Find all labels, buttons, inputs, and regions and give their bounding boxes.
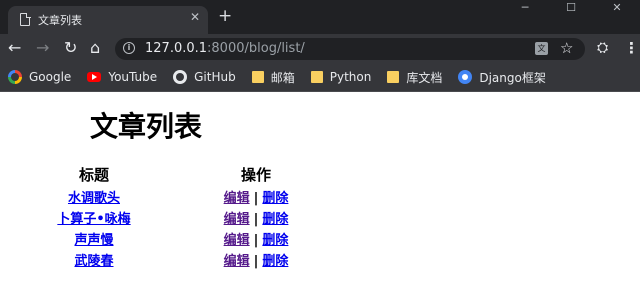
navigation-toolbar: ← → ↻ ⌂ i 127.0.0.1:8000/blog/list/ 文 ☆ …	[0, 34, 640, 63]
separator: |	[253, 233, 259, 248]
maximize-button[interactable]: ☐	[548, 0, 594, 18]
article-title-link[interactable]: 武陵春	[74, 254, 113, 269]
delete-link[interactable]: 删除	[262, 191, 288, 206]
bookmark-label: Django框架	[479, 70, 546, 85]
translate-icon[interactable]: 文	[535, 42, 548, 55]
table-row: 卜算子•咏梅 编辑 | 删除	[42, 207, 366, 228]
bookmark-folder-docs[interactable]: 库文档	[387, 69, 442, 86]
edit-link[interactable]: 编辑	[224, 212, 250, 227]
new-tab-button[interactable]: +	[218, 8, 232, 25]
folder-icon	[310, 71, 323, 83]
bookmark-label: Google	[29, 70, 72, 84]
table-row: 武陵春 编辑 | 删除	[42, 249, 366, 270]
folder-icon	[387, 71, 400, 83]
back-arrow-icon[interactable]: ←	[8, 40, 21, 56]
edit-link[interactable]: 编辑	[224, 233, 250, 248]
bookmark-label: 库文档	[406, 70, 443, 85]
url-host: 127.0.0.1	[145, 41, 208, 56]
minimize-button[interactable]: ─	[502, 0, 548, 18]
tab-close-icon[interactable]: ✕	[190, 10, 200, 24]
bookmark-label: Python	[329, 70, 372, 84]
article-title-link[interactable]: 声声慢	[74, 233, 113, 248]
reload-icon[interactable]: ↻	[64, 40, 77, 56]
window-controls: ─ ☐ ✕	[502, 0, 640, 18]
table-row: 声声慢 编辑 | 删除	[42, 228, 366, 249]
bookmark-folder-python[interactable]: Python	[310, 70, 372, 84]
bookmark-folder-mail[interactable]: 邮箱	[251, 69, 295, 86]
article-table: 标题 操作 水调歌头 编辑 | 删除 卜算子•咏梅 编辑 | 删除 声声慢 编辑 | 删除 …	[42, 162, 366, 270]
browser-tab[interactable]: 文章列表 ✕	[8, 6, 208, 34]
bookmark-label: GitHub	[194, 70, 236, 84]
bookmarks-bar: Google YouTube GitHub 邮箱 Python 库文档 Djan…	[0, 63, 640, 92]
bookmark-star-icon[interactable]: ☆	[560, 39, 573, 57]
incognito-extension-icon[interactable]: ⛭	[597, 40, 608, 56]
url-text[interactable]: 127.0.0.1:8000/blog/list/	[145, 41, 305, 56]
close-window-button[interactable]: ✕	[594, 0, 640, 18]
github-icon	[173, 70, 188, 84]
home-icon[interactable]: ⌂	[90, 40, 100, 56]
column-header-actions: 操作	[240, 165, 271, 184]
delete-link[interactable]: 删除	[262, 233, 288, 248]
page-icon	[20, 12, 31, 26]
address-bar[interactable]: i 127.0.0.1:8000/blog/list/ 文 ☆	[115, 38, 585, 60]
forward-arrow-icon[interactable]: →	[36, 40, 49, 56]
table-header-row: 标题 操作	[42, 162, 366, 186]
bookmark-google[interactable]: Google	[8, 70, 71, 84]
url-path: :8000/blog/list/	[207, 41, 305, 56]
delete-link[interactable]: 删除	[262, 212, 288, 227]
edit-link[interactable]: 编辑	[224, 191, 250, 206]
separator: |	[253, 191, 259, 206]
title-bar: 文章列表 ✕ + ─ ☐ ✕	[0, 0, 640, 34]
separator: |	[253, 212, 259, 227]
separator: |	[253, 254, 259, 269]
folder-icon	[251, 71, 264, 83]
page-title: 文章列表	[90, 110, 203, 143]
django-icon	[458, 70, 473, 84]
bookmark-github[interactable]: GitHub	[173, 70, 236, 84]
article-title-link[interactable]: 水调歌头	[68, 191, 120, 206]
bookmark-youtube[interactable]: YouTube	[87, 70, 157, 84]
bookmark-label: 邮箱	[270, 70, 295, 85]
column-header-title: 标题	[78, 165, 109, 184]
bookmark-django[interactable]: Django框架	[458, 69, 546, 86]
youtube-icon	[87, 72, 102, 82]
edit-link[interactable]: 编辑	[224, 254, 250, 269]
article-title-link[interactable]: 卜算子•咏梅	[57, 212, 130, 227]
menu-kebab-icon[interactable]: ⋮	[624, 39, 639, 57]
tab-title: 文章列表	[38, 14, 82, 27]
page-content: 文章列表 标题 操作 水调歌头 编辑 | 删除 卜算子•咏梅 编辑 | 删除 声声慢 编…	[0, 92, 640, 295]
site-info-icon[interactable]: i	[123, 42, 135, 54]
google-icon	[8, 70, 22, 84]
table-row: 水调歌头 编辑 | 删除	[42, 186, 366, 207]
delete-link[interactable]: 删除	[262, 254, 288, 269]
bookmark-label: YouTube	[108, 70, 158, 84]
